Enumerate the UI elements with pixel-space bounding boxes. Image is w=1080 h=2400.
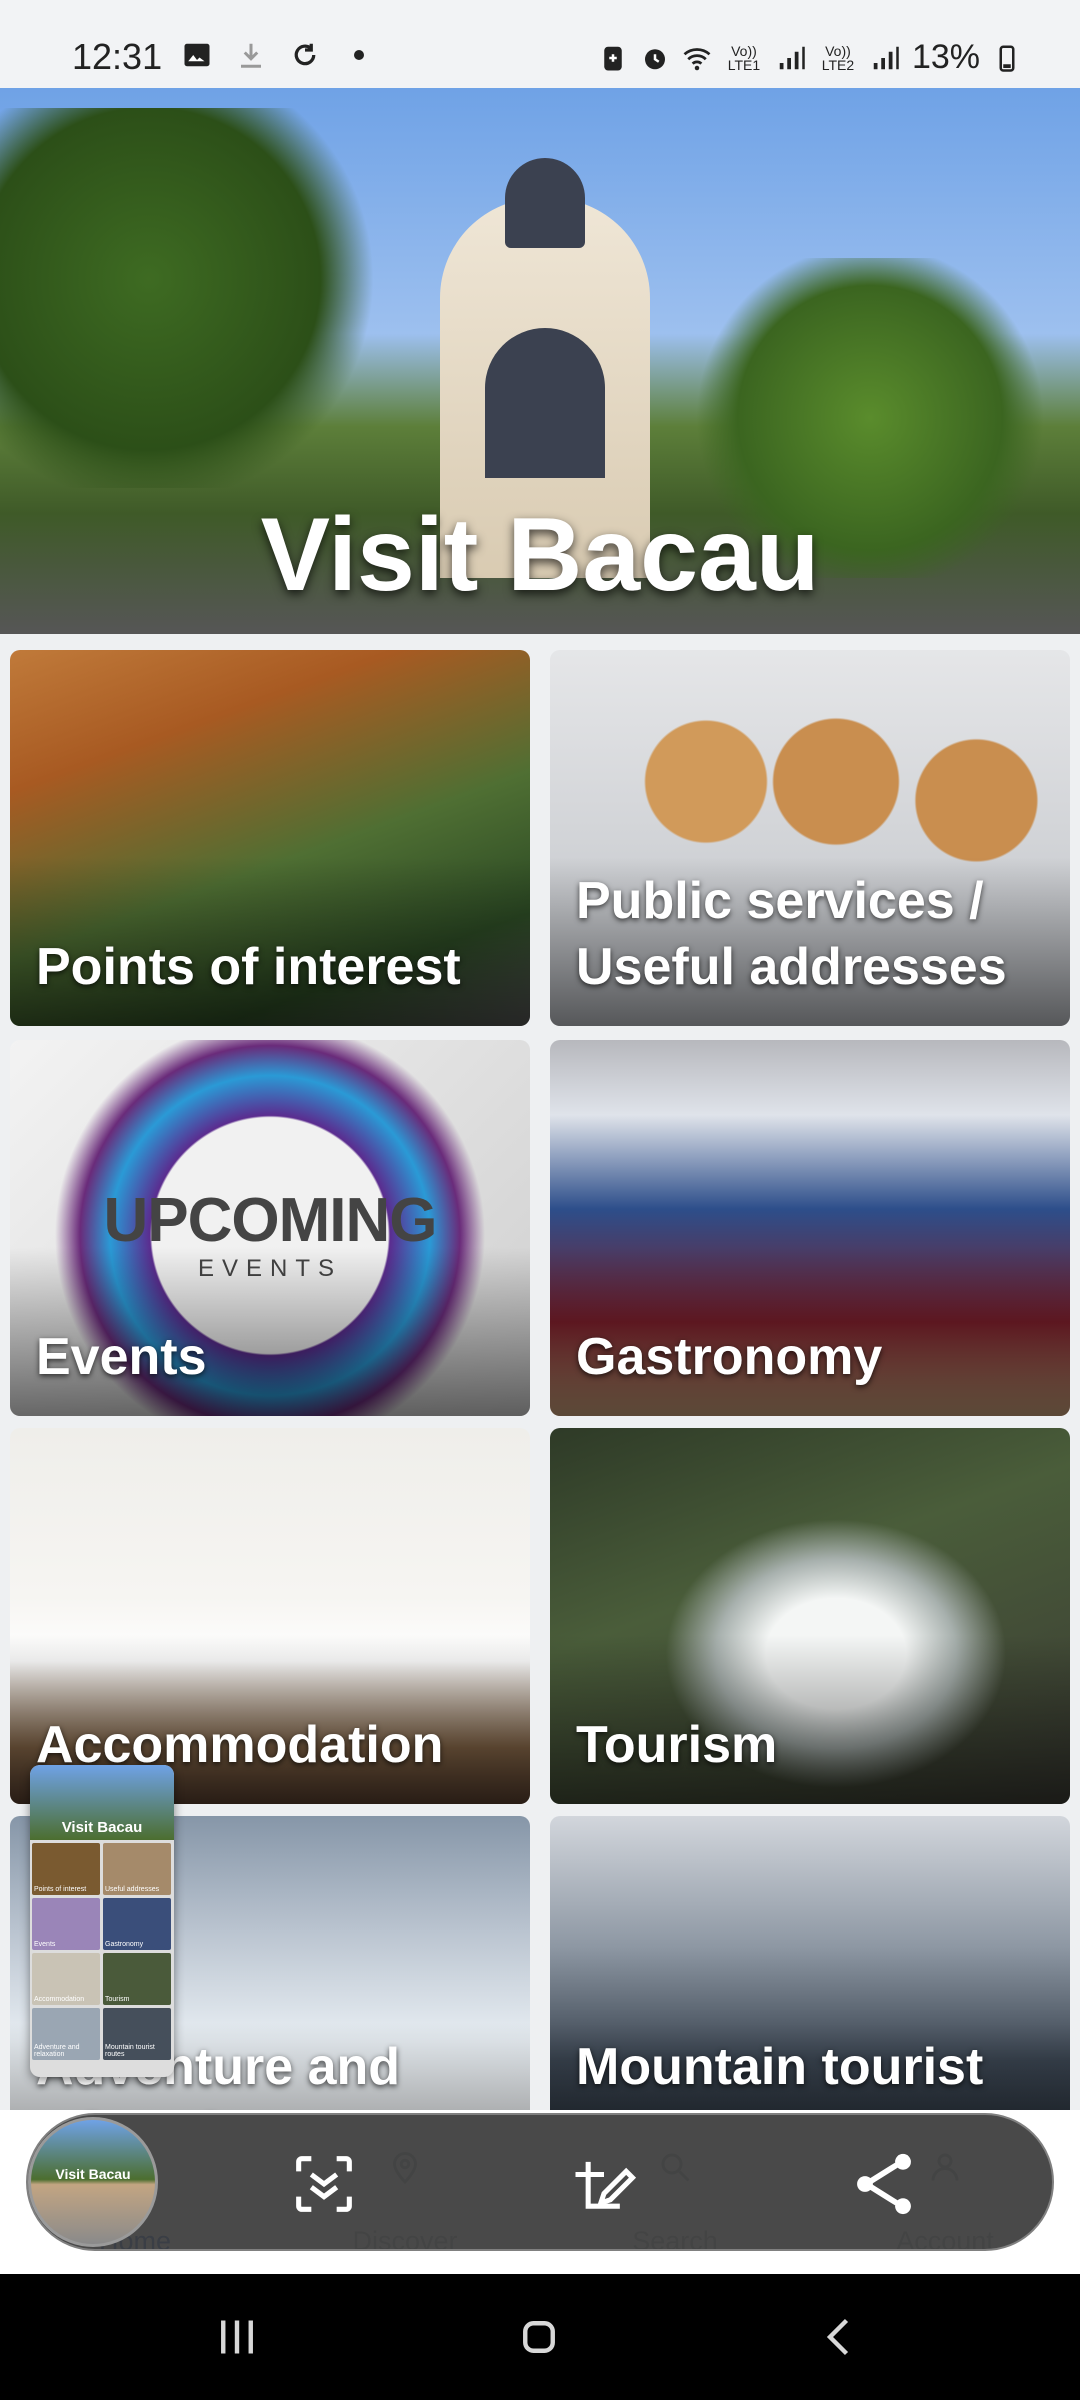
status-bar: 12:31 Vo)) LTE1 Vo)) LTE2 13%	[0, 0, 1080, 88]
tile-gastronomy[interactable]: Gastronomy	[550, 1040, 1070, 1416]
tile-public-services[interactable]: Public services / Useful addresses	[550, 650, 1070, 1026]
events-poster-title: UPCOMING	[103, 1186, 438, 1255]
share-icon	[857, 2153, 911, 2215]
scroll-capture-icon	[296, 2156, 352, 2212]
thumbnail-title: Visit Bacau	[61, 1819, 143, 1836]
hero-banner: Visit Bacau	[0, 88, 1080, 634]
recents-button[interactable]	[202, 2304, 272, 2370]
tile-label: Gastronomy	[576, 1328, 883, 1386]
events-poster-subtitle: EVENTS	[197, 1255, 343, 1282]
back-icon	[826, 2318, 849, 2356]
sim1-label: Vo)) LTE1	[727, 42, 761, 73]
image-icon	[184, 43, 210, 67]
hero-title: Visit Bacau	[260, 497, 820, 613]
tile-events[interactable]: UPCOMING EVENTS Events	[10, 1040, 530, 1416]
alarm-icon	[644, 48, 665, 69]
edit-button[interactable]	[566, 2146, 642, 2222]
dot-icon	[354, 50, 364, 60]
hero-image	[0, 108, 380, 488]
recents-icon	[221, 2320, 253, 2354]
scroll-capture-button[interactable]	[286, 2146, 362, 2222]
sim2-label: Vo)) LTE2	[821, 42, 855, 73]
home-button[interactable]	[504, 2304, 574, 2370]
share-button[interactable]	[846, 2146, 922, 2222]
edit-icon	[575, 2161, 637, 2209]
tile-accommodation[interactable]: Accommodation	[10, 1428, 530, 1804]
wifi-icon	[683, 47, 711, 70]
battery-saver-icon	[604, 46, 622, 70]
download-icon	[241, 43, 261, 68]
tile-label: Public services / Useful addresses	[576, 872, 1007, 996]
home-button-icon	[523, 2321, 555, 2353]
back-button[interactable]	[806, 2304, 876, 2370]
preview-title: Visit Bacau	[55, 2166, 131, 2182]
tile-points-of-interest[interactable]: Points of interest	[10, 650, 530, 1026]
sync-icon	[294, 43, 316, 66]
tile-label: Points of interest	[36, 938, 461, 996]
system-nav-bar	[0, 2274, 1080, 2400]
signal-icon	[779, 46, 805, 69]
battery-icon	[999, 45, 1015, 72]
screenshot-thumbnail[interactable]: Visit Bacau Points of interest Useful ad…	[30, 1765, 174, 2077]
battery-percent: 13%	[911, 38, 980, 76]
screenshot-toolbar: Visit Bacau	[26, 2113, 1054, 2251]
tile-tourism[interactable]: Tourism	[550, 1428, 1070, 1804]
tile-label: Tourism	[576, 1716, 778, 1774]
tile-label: Events	[36, 1328, 207, 1386]
screenshot-preview[interactable]: Visit Bacau	[28, 2117, 158, 2247]
status-time: 12:31	[72, 36, 163, 77]
signal-icon	[873, 46, 899, 69]
